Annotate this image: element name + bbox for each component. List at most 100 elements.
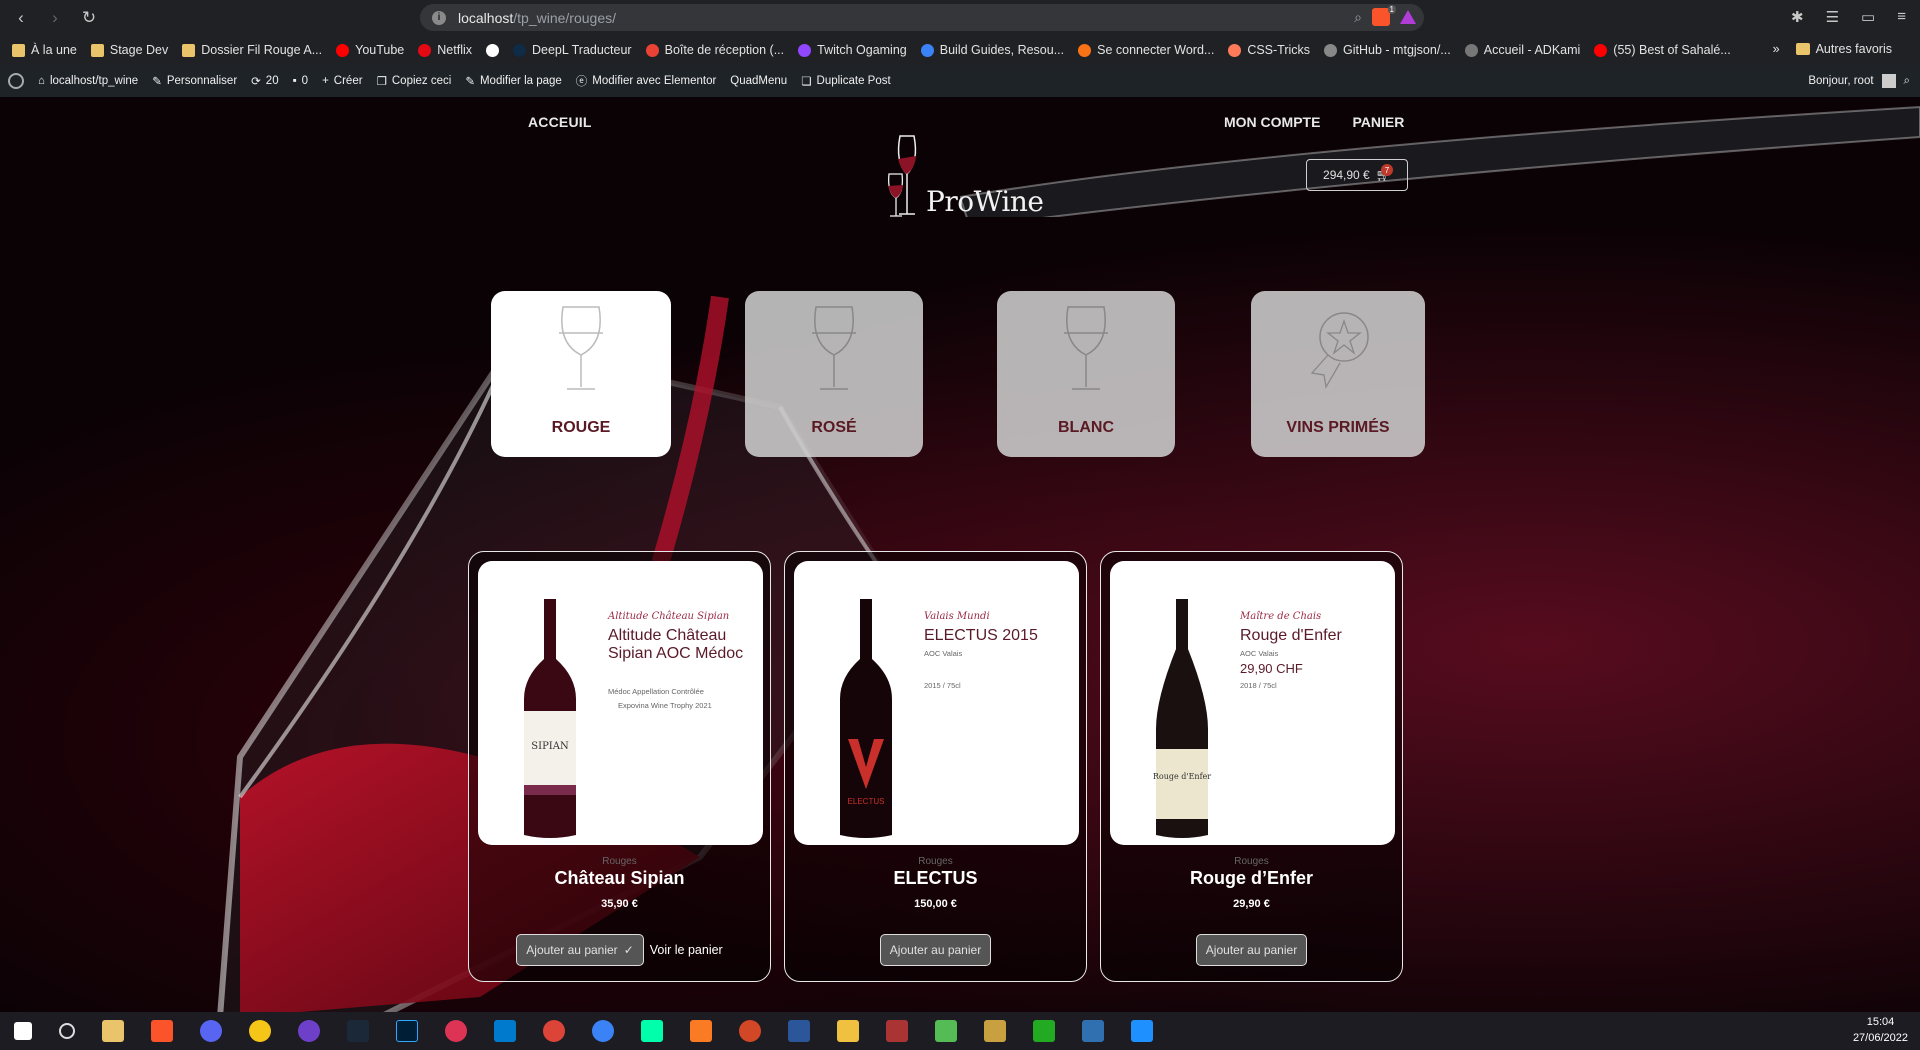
bookmark-item[interactable]: Se connecter Word...: [1078, 43, 1214, 57]
app-icon[interactable]: [886, 1020, 908, 1042]
discord-icon[interactable]: [200, 1020, 222, 1042]
extensions-icon[interactable]: ✱: [1791, 8, 1804, 26]
steam-icon[interactable]: [347, 1020, 369, 1042]
brave-icon[interactable]: [151, 1020, 173, 1042]
bookmark-item[interactable]: [486, 43, 499, 57]
product-category[interactable]: Rouges: [785, 856, 1086, 867]
mini-cart-button[interactable]: 294,90 € 🛒︎ 7: [1306, 159, 1408, 191]
wp-copy[interactable]: ❐ Copiez ceci: [377, 74, 452, 88]
back-icon[interactable]: ‹: [8, 5, 34, 31]
search-icon[interactable]: [59, 1023, 75, 1039]
site-info-icon[interactable]: i: [432, 10, 446, 25]
image-award: Expovina Wine Trophy 2021: [618, 701, 712, 710]
category-tile-blanc[interactable]: BLANC: [997, 291, 1175, 457]
wp-comments[interactable]: ▪ 0: [293, 75, 308, 87]
reading-list-icon[interactable]: ☰: [1826, 8, 1839, 26]
photos-icon[interactable]: [1131, 1020, 1153, 1042]
search-icon[interactable]: ⌕: [1904, 75, 1910, 88]
bookmark-label: Autres favoris: [1815, 42, 1892, 56]
product-image[interactable]: Rouge d'Enfer Maître de Chais Rouge d'En…: [1110, 561, 1395, 845]
add-to-cart-button[interactable]: Ajouter au panier: [1195, 934, 1308, 966]
windows-start-icon[interactable]: [14, 1022, 32, 1040]
photoshop-icon[interactable]: [396, 1020, 418, 1042]
bookmark-item[interactable]: Netflix: [418, 43, 472, 57]
wine-glass-icon: [1064, 306, 1108, 390]
wp-site-link[interactable]: ⌂ localhost/tp_wine: [38, 75, 138, 87]
bookmark-item[interactable]: YouTube: [336, 43, 404, 57]
zoom-icon[interactable]: ⌕: [1354, 9, 1362, 26]
wp-duplicate[interactable]: ❏ Duplicate Post: [801, 74, 890, 88]
app-icon[interactable]: [837, 1020, 859, 1042]
app-icon[interactable]: [592, 1020, 614, 1042]
powerpoint-icon[interactable]: [739, 1020, 761, 1042]
view-cart-link[interactable]: Voir le panier: [650, 943, 723, 957]
product-category[interactable]: Rouges: [1101, 856, 1402, 867]
file-explorer-icon[interactable]: [102, 1020, 124, 1042]
image-vintage: 2018 / 75cl: [1240, 681, 1277, 690]
chrome-icon[interactable]: [543, 1020, 565, 1042]
app-icon[interactable]: [641, 1020, 663, 1042]
nav-cart-link[interactable]: PANIER: [1352, 114, 1404, 130]
wallet-icon[interactable]: ▭: [1861, 8, 1875, 26]
product-image[interactable]: SIPIAN Altitude Château Sipian Altitude …: [478, 561, 763, 845]
system-clock[interactable]: 15:04 27/06/2022: [1853, 1014, 1908, 1046]
wp-updates[interactable]: ⟳ 20: [251, 74, 278, 88]
bookmark-item[interactable]: Stage Dev: [90, 43, 168, 57]
app-icon[interactable]: [1082, 1020, 1104, 1042]
wp-customize[interactable]: ✎ Personnaliser: [152, 74, 237, 88]
wp-greeting[interactable]: Bonjour, root: [1808, 75, 1873, 87]
image-price: 29,90 CHF: [1240, 661, 1303, 676]
bookmark-item[interactable]: À la une: [12, 43, 77, 57]
wp-edit-page[interactable]: ✎ Modifier la page: [465, 74, 561, 88]
bookmark-item[interactable]: Dossier Fil Rouge A...: [182, 43, 322, 57]
app-icon[interactable]: [249, 1020, 271, 1042]
bookmark-label: DeepL Traducteur: [532, 43, 632, 57]
product-category[interactable]: Rouges: [469, 856, 770, 867]
address-bar[interactable]: i localhost/tp_wine/rouges/ ⌕ 1: [420, 4, 1424, 31]
nav-account-link[interactable]: MON COMPTE: [1224, 114, 1320, 130]
avatar[interactable]: [1881, 74, 1896, 88]
product-name[interactable]: Rouge d’Enfer: [1101, 868, 1402, 889]
wp-edit-elementor[interactable]: ⓔ Modifier avec Elementor: [576, 73, 717, 89]
wp-new[interactable]: + Créer: [322, 75, 362, 87]
bookmark-item[interactable]: Twitch Ogaming: [798, 43, 907, 57]
wordpress-logo-icon[interactable]: [8, 73, 24, 89]
bookmark-item[interactable]: (55) Best of Sahalé...: [1594, 43, 1731, 57]
reload-icon[interactable]: ↻: [76, 5, 102, 31]
word-icon[interactable]: [788, 1020, 810, 1042]
image-brand: Maître de Chais: [1240, 611, 1322, 622]
bookmark-item[interactable]: Accueil - ADKami: [1464, 43, 1580, 57]
product-name[interactable]: ELECTUS: [785, 868, 1086, 889]
forward-icon[interactable]: ›: [42, 5, 68, 31]
product-image[interactable]: ELECTUS Valais Mundi ELECTUS 2015 AOC Va…: [794, 561, 1079, 845]
bookmark-item[interactable]: GitHub - mtgjson/...: [1324, 43, 1451, 57]
bookmark-item[interactable]: Build Guides, Resou...: [920, 43, 1064, 57]
bookmark-item[interactable]: Boîte de réception (...: [645, 43, 784, 57]
brave-shields-icon[interactable]: 1: [1372, 5, 1396, 26]
brush-icon: ✎: [152, 76, 162, 88]
category-tile-rose[interactable]: ROSÉ: [745, 291, 923, 457]
github-desktop-icon[interactable]: [298, 1020, 320, 1042]
xampp-icon[interactable]: [690, 1020, 712, 1042]
image-title: Altitude Château Sipian AOC Médoc: [608, 627, 744, 662]
adkami-icon: [1464, 43, 1478, 57]
bookmark-item[interactable]: CSS-Tricks: [1228, 43, 1310, 57]
other-favorites-folder[interactable]: Autres favoris: [1795, 42, 1892, 56]
deepl-icon: [513, 43, 526, 57]
menu-icon[interactable]: ≡: [1897, 8, 1906, 26]
vscode-icon[interactable]: [494, 1020, 516, 1042]
app-icon[interactable]: [445, 1020, 467, 1042]
category-tile-vins-primes[interactable]: VINS PRIMÉS: [1251, 291, 1425, 457]
app-icon[interactable]: [935, 1020, 957, 1042]
category-tile-rouge[interactable]: ROUGE: [491, 291, 671, 457]
app-icon[interactable]: [1033, 1020, 1055, 1042]
product-name[interactable]: Château Sipian: [469, 868, 770, 889]
bookmark-item[interactable]: DeepL Traducteur: [513, 43, 632, 57]
add-to-cart-button[interactable]: Ajouter au panier: [879, 934, 992, 966]
wp-quadmenu[interactable]: QuadMenu: [730, 75, 787, 87]
more-bookmarks-icon[interactable]: »: [1773, 42, 1780, 56]
add-to-cart-button[interactable]: Ajouter au panier ✓: [516, 934, 644, 966]
brave-rewards-icon[interactable]: [1400, 10, 1416, 24]
app-icon[interactable]: [984, 1020, 1006, 1042]
nav-home-link[interactable]: ACCEUIL: [528, 114, 592, 130]
